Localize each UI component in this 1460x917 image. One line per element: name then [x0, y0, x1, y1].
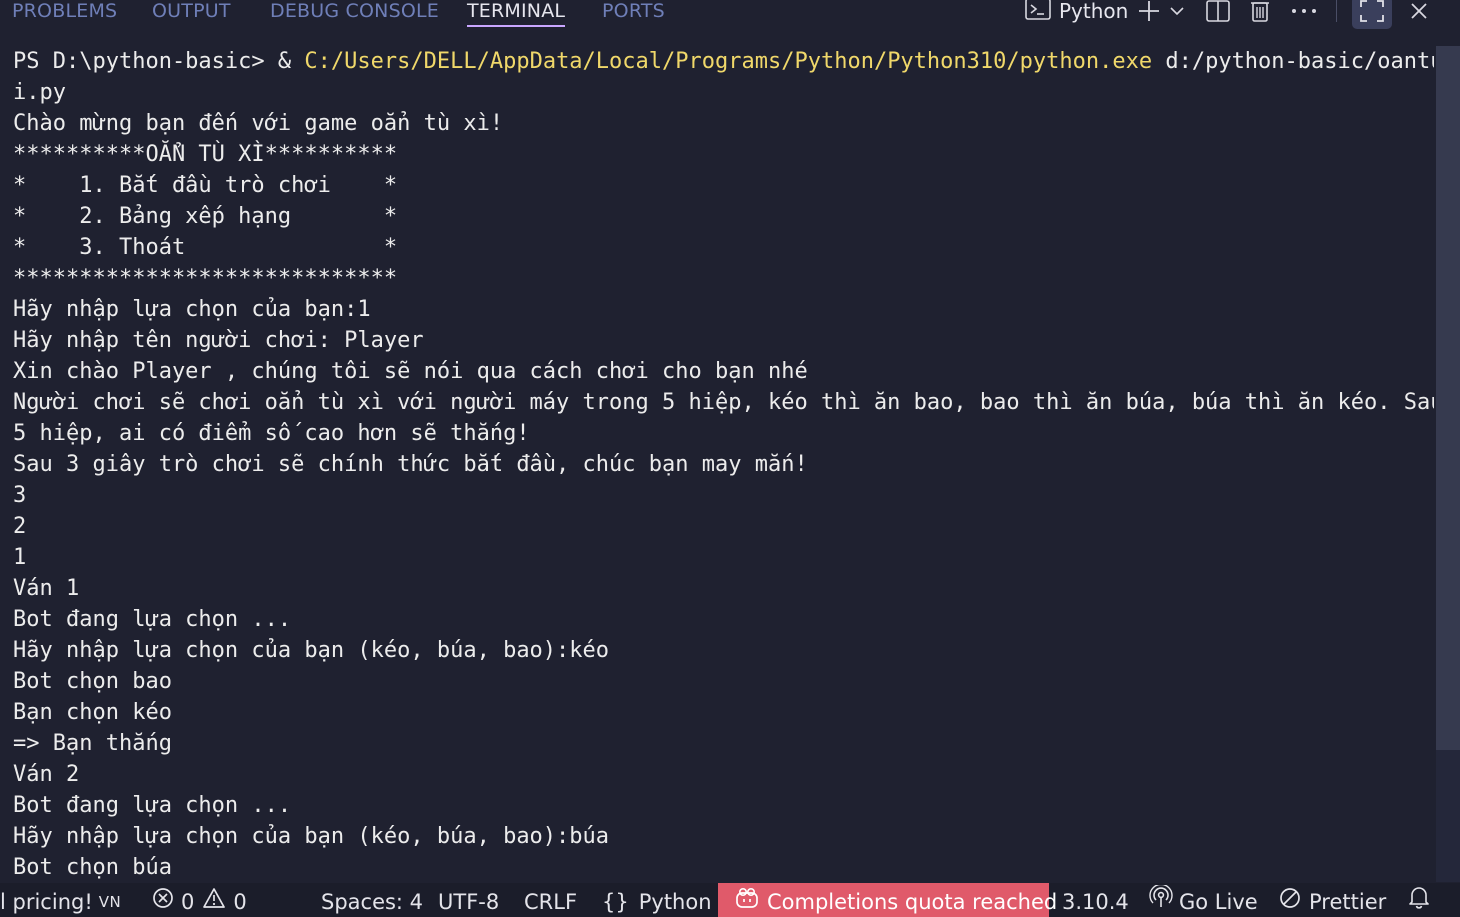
panel-header: PROBLEMS OUTPUT DEBUG CONSOLE TERMINAL P… — [0, 0, 1460, 40]
terminal-line: Hãy nhập tên người chơi: Player — [13, 328, 424, 353]
tab-output[interactable]: OUTPUT — [152, 0, 231, 26]
terminal-line: Bạn chọn kéo — [13, 700, 172, 725]
indentation-button[interactable]: Spaces: 4 — [321, 883, 423, 917]
close-icon[interactable] — [1406, 0, 1432, 26]
shell-label: Python — [1059, 0, 1129, 23]
terminal-line: Xin chào Player , chúng tôi sẽ nói qua c… — [13, 359, 808, 384]
error-icon — [152, 882, 174, 917]
warning-icon — [202, 882, 226, 917]
terminal-line: Hãy nhập lựa chọn của bạn (kéo, búa, bao… — [13, 824, 610, 849]
prettier-status-icon — [1279, 882, 1301, 917]
terminal-line: Hãy nhập lựa chọn của bạn:1 — [13, 297, 371, 322]
terminal-line: 2 — [13, 514, 27, 539]
status-bar: l pricing! VN 0 0 Spaces: 4 UTF-8 CRLF {… — [0, 883, 1460, 917]
error-count: 0 — [181, 890, 195, 914]
split-icon[interactable] — [1204, 0, 1232, 26]
terminal-line: Người chơi sẽ chơi oẳn tù xì với người m… — [13, 390, 1434, 415]
trash-icon[interactable] — [1246, 0, 1274, 26]
terminal-line: Hãy nhập lựa chọn của bạn (kéo, búa, bao… — [13, 638, 610, 663]
broadcast-icon — [1149, 882, 1173, 917]
terminal-icon — [1025, 0, 1051, 24]
shell-selector[interactable]: Python — [1025, 0, 1128, 26]
terminal-line: Chào mừng bạn đến với game oẳn tù xì! — [13, 111, 504, 136]
tab-problems[interactable]: PROBLEMS — [12, 0, 117, 26]
maximize-icon — [1360, 0, 1384, 26]
tab-debug-console[interactable]: DEBUG CONSOLE — [270, 0, 439, 26]
problems-counter[interactable]: 0 0 — [152, 883, 247, 917]
language-label: Python — [638, 890, 712, 914]
copilot-icon — [734, 882, 760, 917]
terminal-line: Sau 3 giây trò chơi sẽ chính thức bắt đầ… — [13, 452, 808, 477]
pricing-notice[interactable]: l pricing! VN — [0, 883, 121, 917]
language-mode-button[interactable]: {} Python — [602, 883, 712, 917]
command-line: PS D:\python-basic> & C:/Users/DELL/AppD… — [13, 46, 1434, 77]
more-icon[interactable] — [1290, 0, 1318, 26]
scrollbar-thumb[interactable] — [1436, 46, 1460, 750]
bell-icon — [1408, 882, 1430, 917]
terminal-line: Bot chọn bao — [13, 669, 172, 694]
script-arg: d:/python-basic/oantux — [1152, 49, 1434, 74]
terminal-line: **********OẲN TÙ XÌ********** — [13, 142, 398, 167]
exe-path: C:/Users/DELL/AppData/Local/Programs/Pyt… — [304, 49, 1153, 74]
terminal-line: * 2. Bảng xếp hạng * — [13, 204, 398, 229]
add-icon[interactable] — [1136, 0, 1162, 26]
maximize-button[interactable] — [1352, 0, 1392, 29]
prompt: PS D:\python-basic> & — [13, 49, 305, 74]
terminal-line: Bot chọn búa — [13, 855, 172, 880]
warning-count: 0 — [233, 890, 247, 914]
completions-label: Completions quota reached — [767, 890, 1058, 914]
terminal-line: 3 — [13, 483, 27, 508]
braces-icon: {} — [602, 890, 629, 914]
terminal-line: Bot đang lựa chọn ... — [13, 793, 292, 818]
terminal-line: * 1. Bắt đầu trò chơi * — [13, 173, 398, 198]
terminal-output[interactable]: PS D:\python-basic> & C:/Users/DELL/AppD… — [0, 46, 1434, 882]
go-live-button[interactable]: Go Live — [1149, 883, 1258, 917]
header-divider — [1336, 0, 1337, 22]
notifications-button[interactable] — [1408, 883, 1430, 917]
terminal-line: ***************************** — [13, 266, 398, 291]
go-live-label: Go Live — [1179, 890, 1258, 914]
completions-quota-badge[interactable]: Completions quota reached — [718, 882, 1057, 917]
python-version-button[interactable]: 3.10.4 — [1062, 883, 1129, 917]
chevron-down-icon[interactable] — [1166, 0, 1188, 26]
tab-ports[interactable]: PORTS — [602, 0, 665, 26]
encoding-button[interactable]: UTF-8 — [438, 883, 499, 917]
terminal-line: * 3. Thoát * — [13, 235, 398, 260]
prettier-button[interactable]: Prettier — [1279, 883, 1386, 917]
terminal-line: Ván 1 — [13, 576, 80, 601]
terminal-line: 5 hiệp, ai có điểm số cao hơn sẽ thắng! — [13, 421, 530, 446]
terminal-line: i.py — [13, 80, 66, 105]
terminal-line: 1 — [13, 545, 27, 570]
keyboard-language: VN — [98, 893, 122, 911]
terminal-line: Ván 2 — [13, 762, 80, 787]
eol-button[interactable]: CRLF — [524, 883, 577, 917]
terminal-line: => Bạn thắng — [13, 731, 172, 756]
terminal-line: Bot đang lựa chọn ... — [13, 607, 292, 632]
pricing-text: l pricing! — [0, 890, 93, 914]
prettier-label: Prettier — [1309, 890, 1387, 914]
tab-terminal[interactable]: TERMINAL — [467, 0, 566, 27]
